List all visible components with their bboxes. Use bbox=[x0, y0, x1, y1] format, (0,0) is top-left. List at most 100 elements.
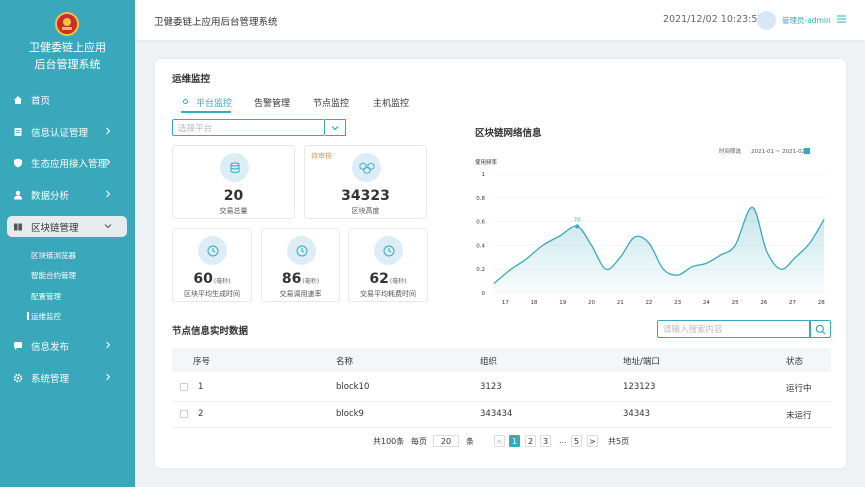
top-bar: 卫健委链上应用后台管理系统 2021/12/02 10:23:57 管理员-ad… bbox=[135, 0, 865, 40]
row-divider bbox=[172, 427, 831, 428]
sidebar-item-eco[interactable]: 生态应用接入管理 bbox=[7, 152, 127, 173]
x-tick-label: 17 bbox=[502, 300, 509, 306]
user-name[interactable]: 管理员-admin bbox=[782, 15, 831, 26]
stat-card-avg-cost: 62(毫秒) 交易平均耗费时间 bbox=[348, 228, 428, 302]
sidebar-item-analysis[interactable]: 数据分析 bbox=[7, 184, 127, 205]
column-header-name: 名称 bbox=[336, 357, 354, 367]
search-icon bbox=[815, 324, 826, 334]
stat-value: 60 bbox=[193, 271, 213, 287]
section-title: 运维监控 bbox=[172, 74, 211, 85]
sidebar-subitem-explorer[interactable]: 区块链浏览器 bbox=[31, 250, 76, 261]
chevron-right-icon bbox=[106, 127, 111, 135]
sidebar-item-label: 数据分析 bbox=[31, 190, 70, 202]
sidebar-item-system[interactable]: 系统管理 bbox=[7, 367, 127, 388]
stat-value: 62 bbox=[369, 271, 389, 287]
pagination-total-pages: 共5页 bbox=[608, 437, 630, 446]
stat-label: 区块平均生成时间 bbox=[184, 290, 240, 298]
table-cell-address: 34343 bbox=[623, 409, 651, 419]
table-cell-address: 123123 bbox=[623, 382, 656, 392]
y-tick-label: 0.6 bbox=[476, 220, 485, 226]
y-tick-label: 1 bbox=[482, 172, 486, 178]
y-tick-label: 0 bbox=[482, 291, 486, 297]
system-title-line2: 后台管理系统 bbox=[34, 58, 101, 71]
tab-platform[interactable]: 平台监控 bbox=[196, 96, 232, 109]
row-checkbox[interactable] bbox=[180, 410, 188, 418]
chart-title: 区块链网络信息 bbox=[475, 128, 542, 139]
search-button[interactable] bbox=[810, 320, 831, 338]
chart-y-label: 使用频率 bbox=[475, 158, 498, 166]
stat-unit: (毫秒) bbox=[302, 278, 320, 285]
stat-value: 86 bbox=[281, 271, 302, 287]
stat-value-wrap: 86(毫秒) bbox=[262, 271, 339, 287]
x-tick-label: 24 bbox=[703, 300, 710, 306]
x-tick-label: 21 bbox=[617, 300, 624, 306]
row-checkbox[interactable] bbox=[180, 383, 188, 391]
sidebar-item-home[interactable]: 首页 bbox=[7, 89, 127, 110]
prev-page-button[interactable]: < bbox=[494, 435, 505, 447]
network-chart: 时间筛选 2021-01 ~ 2021-02 使用频率 0 0.2 0.4 0.6 0.8 1 1… bbox=[475, 147, 827, 306]
pagination-per-page-label: 每页 bbox=[411, 437, 427, 446]
sidebar-subitem-config[interactable]: 配置管理 bbox=[31, 291, 61, 302]
calendar-icon bbox=[804, 148, 810, 154]
chevron-right-icon bbox=[106, 341, 111, 349]
x-tick-label: 27 bbox=[789, 300, 796, 306]
user-icon bbox=[13, 190, 23, 200]
system-title-line1: 卫健委链上应用 bbox=[29, 41, 106, 54]
stat-label: 交易平均耗费时间 bbox=[360, 290, 416, 298]
page-button-1[interactable]: 1 bbox=[509, 435, 520, 447]
platform-select[interactable]: 选择平台 bbox=[172, 119, 325, 136]
sidebar-item-publish[interactable]: 信息发布 bbox=[7, 335, 127, 356]
gear-icon bbox=[13, 373, 23, 383]
chart-area bbox=[493, 207, 825, 293]
chart-highlight-point bbox=[575, 224, 580, 229]
y-tick-label: 0.2 bbox=[476, 267, 485, 273]
sidebar-item-auth[interactable]: 信息认证管理 bbox=[7, 121, 127, 142]
x-tick-label: 23 bbox=[674, 300, 681, 306]
column-header-org: 组织 bbox=[480, 357, 498, 367]
page-button-5[interactable]: 5 bbox=[571, 435, 582, 447]
stat-card-transactions: 20 交易总量 bbox=[172, 145, 295, 219]
x-tick-label: 25 bbox=[732, 300, 739, 306]
stat-value-wrap: 62(毫秒) bbox=[349, 271, 427, 287]
table-cell-index: 1 bbox=[198, 382, 204, 392]
table-cell-org: 343434 bbox=[480, 409, 513, 419]
chevron-down-icon bbox=[104, 224, 112, 229]
chart-filter-label: 时间筛选 bbox=[719, 147, 742, 155]
stat-value-wrap: 60(毫秒) bbox=[173, 271, 251, 287]
x-tick-label: 20 bbox=[588, 300, 595, 306]
page-button-3[interactable]: 3 bbox=[540, 435, 551, 447]
chart-filter-range: 2021-01 ~ 2021-02 bbox=[751, 149, 805, 155]
tab-nodes[interactable]: 节点监控 bbox=[313, 96, 349, 109]
search-input[interactable]: 请输入搜索内容 bbox=[657, 320, 810, 338]
table-header bbox=[172, 348, 831, 372]
tab-underline bbox=[181, 111, 231, 113]
sidebar-item-label: 系统管理 bbox=[31, 373, 70, 385]
y-tick-label: 0.4 bbox=[476, 243, 485, 249]
stat-unit: (毫秒) bbox=[213, 278, 231, 285]
sidebar-item-label: 首页 bbox=[31, 95, 51, 107]
menu-icon[interactable] bbox=[836, 14, 847, 24]
sidebar-item-label: 区块链管理 bbox=[31, 222, 79, 234]
chart-container: 时间筛选 2021-01 ~ 2021-02 使用频率 0 0.2 0.4 0.6 0.8 1 1… bbox=[469, 144, 839, 314]
avatar[interactable] bbox=[757, 11, 776, 30]
stat-card-block-time: 60(毫秒) 区块平均生成时间 bbox=[172, 228, 252, 302]
stat-card-call-rate: 86(毫秒) 交易调用速率 bbox=[261, 228, 340, 302]
database-icon bbox=[220, 153, 249, 182]
status-badge: 待审核 bbox=[311, 152, 332, 160]
row-divider bbox=[172, 401, 831, 402]
header-datetime: 2021/12/02 10:23:57 bbox=[663, 14, 764, 25]
chevron-right-icon bbox=[106, 158, 111, 166]
platform-select-toggle[interactable] bbox=[325, 119, 346, 136]
tab-alerts[interactable]: 告警管理 bbox=[254, 96, 290, 109]
page-size-input[interactable]: 20 bbox=[433, 435, 459, 447]
x-tick-label: 18 bbox=[531, 300, 538, 306]
stat-card-block-height: 待审核 34323 区块高度 bbox=[304, 145, 427, 219]
sidebar-subitem-contract[interactable]: 智能合约管理 bbox=[31, 270, 76, 281]
table-title: 节点信息实时数据 bbox=[172, 326, 249, 337]
page-button-2[interactable]: 2 bbox=[525, 435, 536, 447]
next-page-button[interactable]: > bbox=[587, 435, 598, 447]
tab-hosts[interactable]: 主机监控 bbox=[373, 96, 409, 109]
sidebar-item-blockchain[interactable]: 区块链管理 bbox=[7, 216, 127, 237]
chart-highlight-label: 70 bbox=[574, 217, 581, 223]
sidebar-subitem-monitor[interactable]: 运维监控 bbox=[27, 311, 61, 322]
